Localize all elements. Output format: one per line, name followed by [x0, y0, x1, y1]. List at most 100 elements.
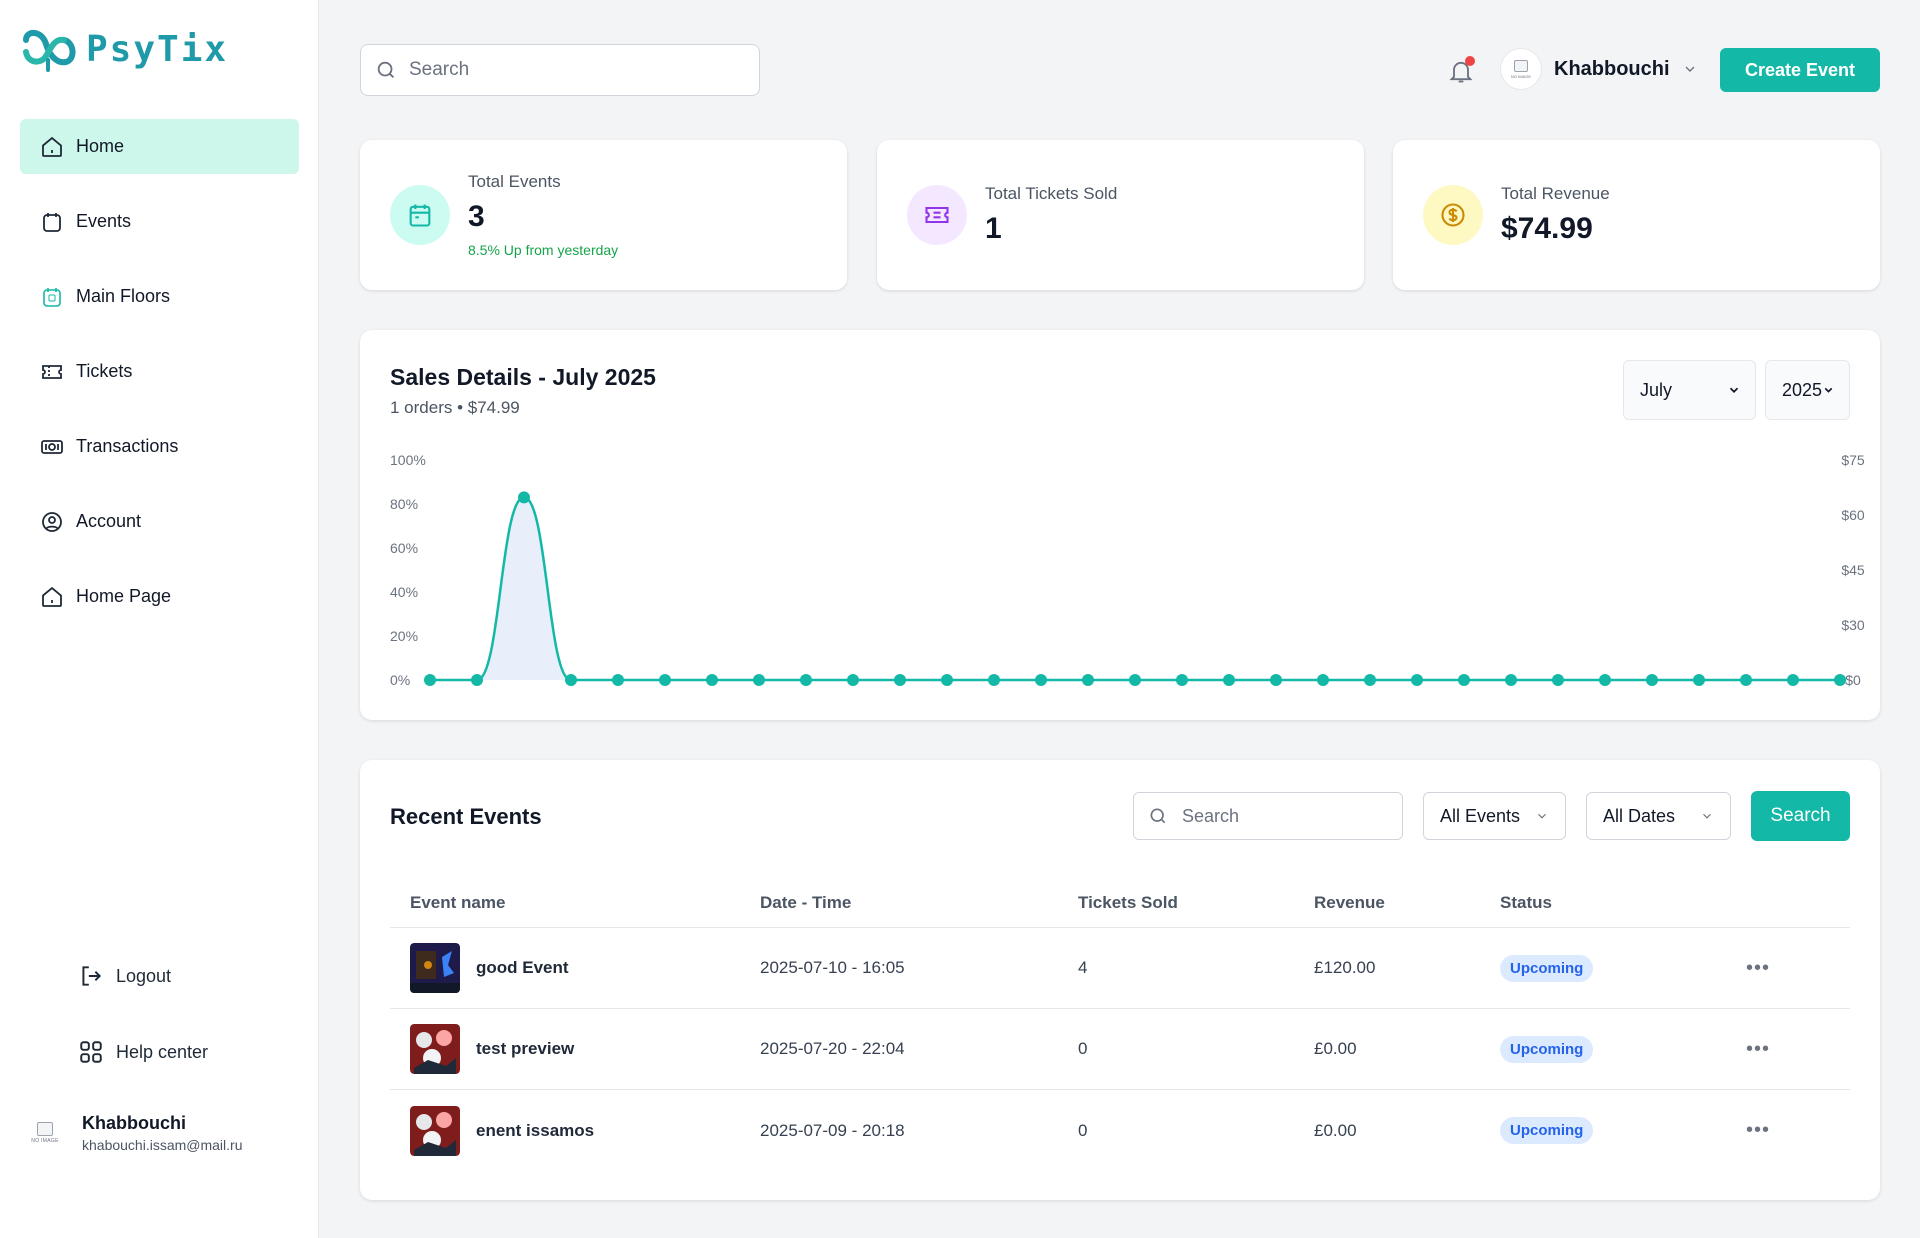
sidebar-item-label: Home Page [76, 586, 172, 606]
no-image-icon [1514, 59, 1528, 72]
data-point[interactable] [1693, 674, 1705, 686]
sidebar-item-tickets[interactable]: Tickets [20, 344, 299, 399]
y-axis-right-tick-label: $75 [1841, 452, 1865, 468]
sidebar-profile[interactable]: NO IMAGE Khabbouchi khabouchi.issam@mail… [26, 1113, 243, 1153]
series-line [430, 496, 1840, 682]
column-header[interactable]: Tickets Sold [1078, 893, 1314, 913]
help-center-link[interactable]: Help center [78, 1039, 208, 1065]
sidebar-item-events[interactable]: Events [20, 194, 299, 249]
logo[interactable]: PsyTix [20, 26, 228, 72]
user-circle-icon [42, 511, 62, 532]
data-point[interactable] [706, 674, 718, 686]
column-header[interactable]: Status [1500, 893, 1728, 913]
data-point[interactable] [1176, 674, 1188, 686]
data-point[interactable] [753, 674, 765, 686]
data-point[interactable] [424, 674, 436, 686]
data-point[interactable] [1223, 674, 1235, 686]
no-image-icon [37, 1122, 53, 1136]
data-point[interactable] [1552, 674, 1564, 686]
dollar-coin-icon [1441, 203, 1465, 227]
sidebar-item-home-page[interactable]: Home Page [20, 569, 299, 624]
sidebar: PsyTix Home Events Main Floors Tickets T… [0, 0, 319, 1238]
stat-icon-wrap [1423, 185, 1483, 245]
data-point[interactable] [1458, 674, 1470, 686]
recent-search-input[interactable] [1182, 805, 1382, 827]
data-point[interactable] [894, 674, 906, 686]
data-point[interactable] [1082, 674, 1094, 686]
events-filter-dropdown[interactable]: All Events [1423, 792, 1566, 840]
data-point[interactable] [800, 674, 812, 686]
event-name[interactable]: enent issamos [476, 1121, 594, 1141]
data-point[interactable] [1505, 674, 1517, 686]
notification-button[interactable] [1447, 56, 1477, 86]
chevron-down-icon [1703, 813, 1711, 819]
search-icon [1150, 808, 1166, 824]
recent-search-button[interactable]: Search [1751, 791, 1850, 841]
dates-filter-dropdown[interactable]: All Dates [1586, 792, 1731, 840]
data-point[interactable] [1411, 674, 1423, 686]
data-point[interactable] [941, 674, 953, 686]
revenue: £0.00 [1314, 1120, 1357, 1140]
y-axis-right-tick-label: $30 [1841, 617, 1865, 633]
column-header[interactable]: Event name [390, 893, 760, 913]
more-options-icon[interactable]: ••• [1746, 1119, 1770, 1141]
more-options-icon[interactable]: ••• [1746, 1038, 1770, 1060]
table-row[interactable]: enent issamos 2025-07-09 - 20:18 0 £0.00… [390, 1090, 1850, 1171]
data-point[interactable] [1317, 674, 1329, 686]
data-point[interactable] [1129, 674, 1141, 686]
data-point[interactable] [1834, 674, 1846, 686]
data-point[interactable] [1364, 674, 1376, 686]
series-area [430, 497, 1840, 680]
sidebar-item-label: Home [76, 136, 125, 156]
brand-name: PsyTix [86, 28, 229, 70]
data-point[interactable] [518, 491, 530, 504]
data-point[interactable] [1270, 674, 1282, 686]
y-axis-tick-label: 80% [390, 496, 418, 512]
sidebar-item-label: Main Floors [76, 286, 171, 306]
data-point[interactable] [659, 674, 671, 686]
stat-value: $74.99 [1501, 212, 1593, 245]
data-point[interactable] [988, 674, 1000, 686]
sidebar-item-transactions[interactable]: Transactions [20, 419, 299, 474]
data-point[interactable] [1035, 674, 1047, 686]
data-point[interactable] [847, 674, 859, 686]
profile-email: khabouchi.issam@mail.ru [82, 1137, 243, 1153]
data-point[interactable] [1646, 674, 1658, 686]
logout-button[interactable]: Logout [78, 963, 171, 989]
stat-value: 1 [985, 212, 1002, 245]
data-point[interactable] [471, 674, 483, 686]
event-datetime: 2025-07-10 - 16:05 [760, 958, 905, 977]
sidebar-item-home[interactable]: Home [20, 119, 299, 174]
column-header[interactable]: Revenue [1314, 893, 1500, 913]
avatar-caption: NO IMAGE [1510, 73, 1531, 79]
event-name[interactable]: test preview [476, 1039, 574, 1059]
create-event-button[interactable]: Create Event [1720, 48, 1880, 92]
column-header[interactable]: Date - Time [760, 893, 1078, 913]
stat-icon-wrap [390, 185, 450, 245]
event-name[interactable]: good Event [476, 958, 569, 978]
data-point[interactable] [565, 674, 577, 686]
y-axis-right-tick-label: $60 [1841, 507, 1865, 523]
data-point[interactable] [1787, 674, 1799, 686]
table-row[interactable]: test preview 2025-07-20 - 22:04 0 £0.00 … [390, 1009, 1850, 1090]
tickets-sold: 0 [1078, 1039, 1088, 1058]
table-row[interactable]: good Event 2025-07-10 - 16:05 4 £120.00 … [390, 928, 1850, 1009]
y-axis-right-tick-label: $0 [1845, 672, 1861, 688]
event-datetime: 2025-07-20 - 22:04 [760, 1039, 905, 1058]
data-point[interactable] [1740, 674, 1752, 686]
sales-details-card: Sales Details - July 2025 1 orders • $74… [360, 330, 1880, 720]
data-point[interactable] [1599, 674, 1611, 686]
stat-card-tickets-sold: Total Tickets Sold 1 [877, 140, 1364, 290]
chevron-down-icon [1538, 813, 1546, 819]
search-input[interactable] [409, 59, 729, 81]
data-point[interactable] [612, 674, 624, 686]
sidebar-item-main-floors[interactable]: Main Floors [20, 269, 299, 324]
user-menu[interactable]: NO IMAGE Khabbouchi [1500, 48, 1698, 90]
sidebar-item-label: Events [76, 211, 132, 231]
y-axis-tick-label: 20% [390, 628, 418, 644]
stat-trend: 8.5% Up from yesterday [468, 242, 619, 258]
sidebar-item-account[interactable]: Account [20, 494, 299, 549]
y-axis-tick-label: 100% [390, 452, 426, 468]
more-options-icon[interactable]: ••• [1746, 957, 1770, 979]
ticket-icon [42, 364, 62, 379]
